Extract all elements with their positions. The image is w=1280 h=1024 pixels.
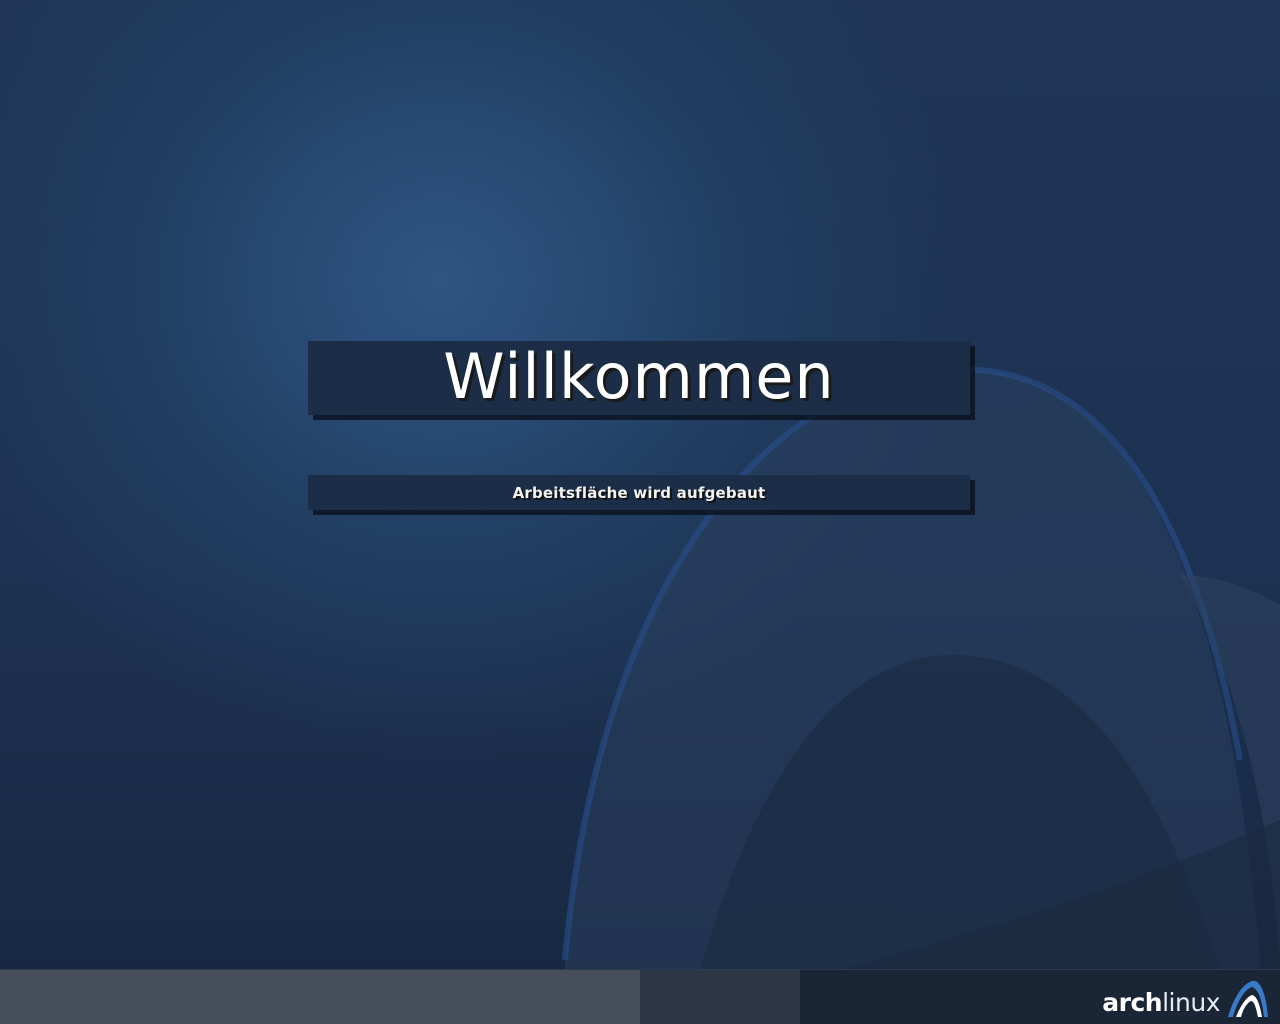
welcome-title: Willkommen — [443, 340, 835, 413]
welcome-panel: Willkommen — [308, 341, 970, 415]
arch-linux-logo-icon — [1228, 980, 1268, 1017]
status-message: Arbeitsfläche wird aufgebaut — [512, 483, 766, 502]
logo-text-arch: arch — [1102, 988, 1163, 1017]
logo-text: archlinux — [1102, 990, 1220, 1015]
arch-linux-logo: archlinux — [1102, 979, 1270, 1019]
progress-fill — [0, 970, 640, 1024]
status-panel: Arbeitsfläche wird aufgebaut — [308, 475, 970, 510]
progress-bar: archlinux — [0, 969, 1280, 1024]
arch-wallpaper-art — [562, 366, 1280, 970]
splash-screen: Willkommen Arbeitsfläche wird aufgebaut … — [0, 0, 1280, 1024]
progress-segment — [640, 970, 800, 1024]
logo-text-linux: linux — [1162, 988, 1220, 1017]
